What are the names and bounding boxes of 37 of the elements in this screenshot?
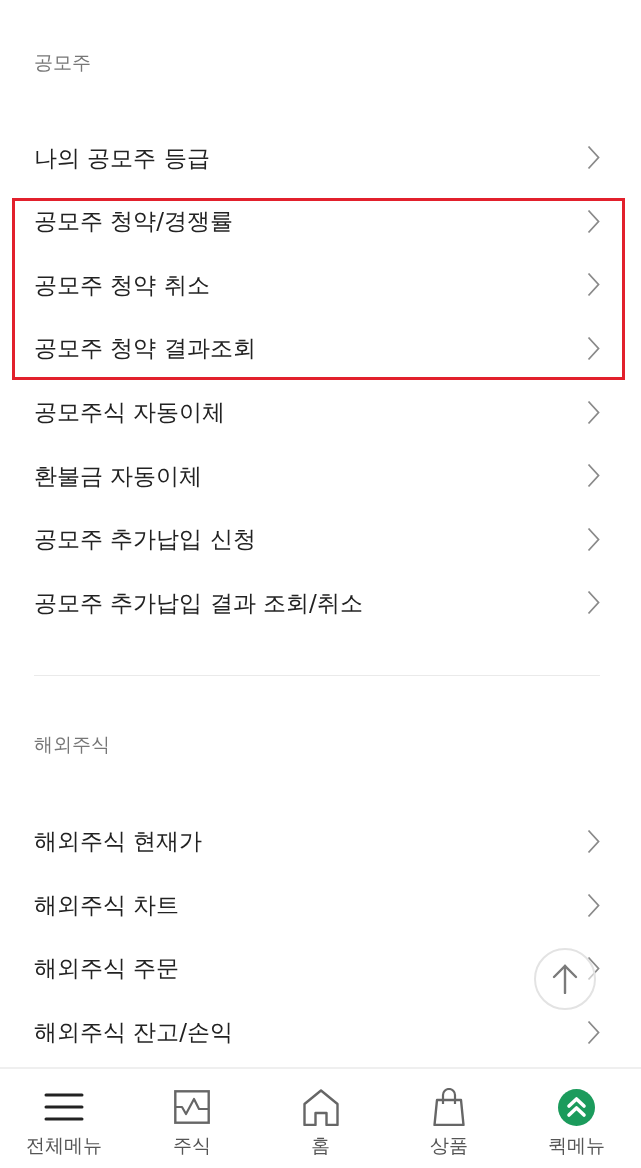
chevron-right-icon (587, 272, 600, 298)
nav-tab[interactable]: 퀵메뉴 (512, 1069, 641, 1168)
chevron-right-icon (587, 590, 600, 616)
double-chevron-up-icon (558, 1088, 596, 1126)
chevron-right-icon (587, 145, 600, 171)
menu-item[interactable]: 공모주 추가납입 결과 조회/취소 (0, 571, 641, 635)
menu-item[interactable]: 공모주 추가납입 신청 (0, 507, 641, 572)
arrow-up-icon (552, 964, 578, 994)
nav-tab[interactable]: 홈 (256, 1069, 385, 1168)
menu-item[interactable]: 공모주 청약 결과조회 (0, 316, 641, 381)
menu-item[interactable]: 환불금 자동이체 (0, 443, 641, 508)
menu-item[interactable]: 해외주식 차트 (0, 873, 641, 937)
menu-item[interactable]: 해외주식 잔고/손익 (0, 1000, 641, 1065)
shopping-bag-icon (432, 1088, 465, 1126)
nav-tab[interactable]: 상품 (384, 1069, 513, 1168)
chevron-right-icon (587, 208, 600, 234)
chevron-right-icon (587, 956, 600, 982)
chart-icon (174, 1090, 211, 1124)
chevron-right-icon (587, 336, 600, 362)
menu-item[interactable]: 공모주식 자동이체 (0, 380, 641, 444)
chevron-right-icon (587, 526, 600, 552)
section-title: 해외주식 (33, 731, 111, 757)
menu-item[interactable]: 나의 공모주 등급 (0, 126, 641, 190)
nav-tab[interactable]: 전체메뉴 (0, 1069, 129, 1168)
chevron-right-icon (587, 829, 600, 855)
chevron-right-icon (587, 1019, 600, 1045)
menu-item[interactable]: 해외주식 현재가 (0, 809, 641, 874)
menu-item[interactable]: 공모주 청약/경쟁률 (0, 189, 641, 254)
menu-item[interactable]: 해외주식 주문 (0, 936, 641, 1001)
chevron-right-icon (587, 892, 600, 918)
menu-icon (44, 1092, 85, 1122)
menu-item[interactable]: 공모주 청약 취소 (0, 253, 641, 317)
chevron-right-icon (587, 463, 600, 489)
chevron-right-icon (587, 399, 600, 425)
nav-tab[interactable]: 주식 (128, 1069, 257, 1168)
house-icon (302, 1088, 339, 1126)
section-title: 공모주 (33, 50, 92, 75)
